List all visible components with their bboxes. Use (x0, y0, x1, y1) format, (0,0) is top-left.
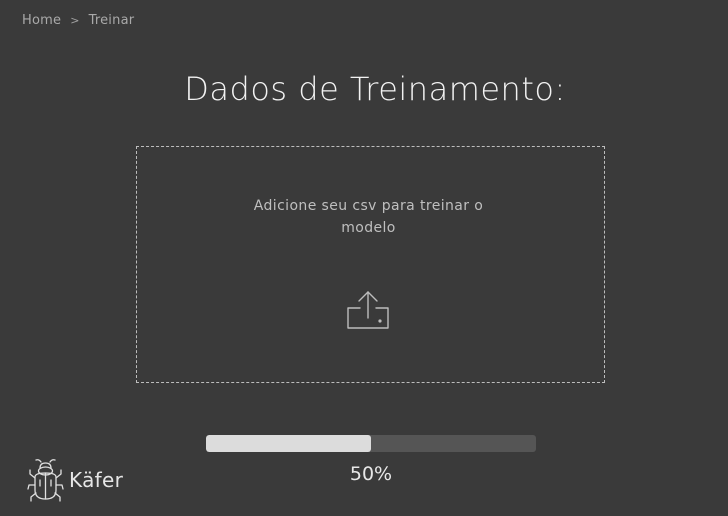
progress-bar-fill (206, 435, 371, 452)
breadcrumb: Home > Treinar (22, 13, 134, 28)
upload-icon[interactable] (346, 290, 390, 330)
beetle-logo-icon (27, 458, 64, 502)
progress-bar (206, 435, 536, 452)
breadcrumb-current: Treinar (88, 13, 135, 28)
brand-name: Käfer (69, 468, 124, 492)
dropzone-instructions: Adicione seu csv para treinar o modelo (253, 198, 484, 236)
brand: Käfer (27, 458, 123, 502)
progress-percentage: 50% (349, 463, 393, 485)
breadcrumb-home-link[interactable]: Home (22, 13, 61, 28)
breadcrumb-separator: > (70, 14, 80, 27)
page-title: Dados de Treinamento: (184, 70, 566, 108)
csv-upload-dropzone[interactable]: Adicione seu csv para treinar o modelo (136, 146, 605, 383)
